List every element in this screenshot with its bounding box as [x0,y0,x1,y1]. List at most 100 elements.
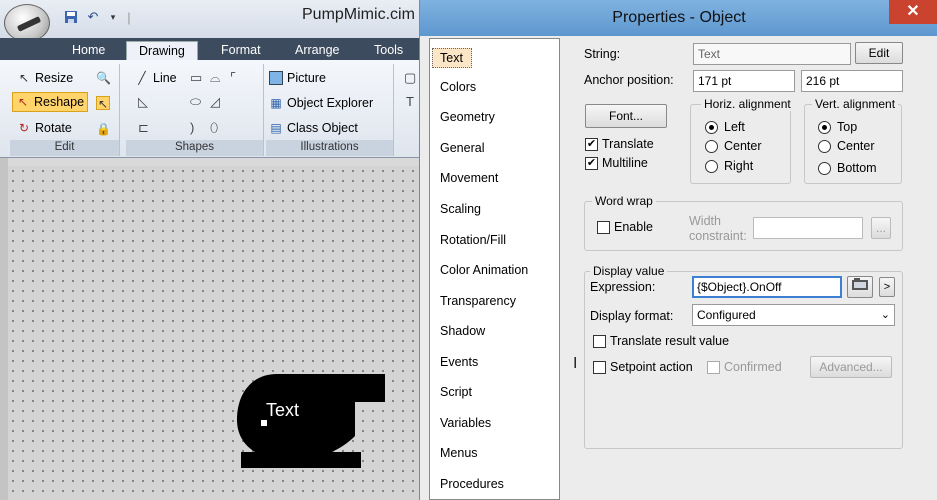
horiz-left-radio[interactable]: Left [705,120,745,134]
tab-drawing[interactable]: Drawing [126,41,198,60]
translate-result-checkbox[interactable]: Translate result value [593,334,729,348]
object-explorer-button[interactable]: ▦ Object Explorer [266,93,376,113]
checkbox-empty-icon [593,334,606,348]
select-pointer-icon[interactable]: ↖ [96,96,110,111]
vert-bottom-radio[interactable]: Bottom [818,161,877,175]
expression-more-button[interactable]: > [879,277,895,297]
reshape-arrow-icon: ↖ [17,95,29,109]
expression-browser-button[interactable] [847,276,873,298]
undo-icon[interactable]: ↶ [84,8,102,26]
app-menu-button[interactable] [4,4,50,42]
lock-icon[interactable]: 🔒 [96,122,111,136]
width-constraint-field[interactable] [753,217,863,239]
rectangle-icon[interactable]: ▭ [190,70,202,86]
width-label-line1: Width [689,214,721,228]
string-field[interactable]: Text [693,43,851,65]
rotate-label: Rotate [35,121,72,135]
width-label-line2: constraint: [689,229,747,243]
ellipse-icon[interactable]: ⬭ [190,94,201,110]
polygon-icon[interactable]: ◿ [210,94,220,110]
category-item-shadow[interactable]: Shadow [440,324,485,338]
edit-button[interactable]: Edit [855,42,903,64]
illustrations-group: Picture ▦ Object Explorer ▤ Class Object… [266,64,394,156]
extra-tool-icon[interactable]: ▢ [404,70,416,86]
object-explorer-label: Object Explorer [287,96,374,110]
horiz-right-radio[interactable]: Right [705,159,753,173]
anchor-x-field[interactable]: 171 pt [693,70,795,92]
expression-input[interactable]: {$Object}.OnOff [692,276,842,298]
chevron-down-icon: ⌄ [880,309,890,321]
tab-arrange[interactable]: Arrange [295,41,339,60]
line-label: Line [153,71,177,85]
picture-button[interactable]: Picture [266,68,329,88]
tab-tools[interactable]: Tools [374,41,403,60]
category-item-geometry[interactable]: Geometry [440,110,495,124]
save-icon[interactable] [62,8,80,26]
category-item-procedures[interactable]: Procedures [440,477,504,491]
category-item-general[interactable]: General [440,141,484,155]
category-item-variables[interactable]: Variables [440,416,491,430]
ribbon-body: ↖ Resize 🔍 ↖ Reshape ↖ ↻ Rotate 🔒 Edit ╱… [0,60,420,158]
checkbox-disabled-icon [707,360,720,374]
arc-icon[interactable]: ⌓ [210,70,220,86]
tab-home[interactable]: Home [72,41,105,60]
category-item-script[interactable]: Script [440,385,472,399]
category-item-text[interactable]: Text [432,48,472,68]
translate-result-label: Translate result value [610,334,730,348]
reshape-button[interactable]: ↖ Reshape [12,92,89,112]
tab-format[interactable]: Format [221,41,261,60]
word-wrap-enable-checkbox[interactable]: Enable [597,220,653,234]
resize-label: Resize [35,71,74,85]
category-item-rotation-fill[interactable]: Rotation/Fill [440,233,506,247]
edit-group: ↖ Resize 🔍 ↖ Reshape ↖ ↻ Rotate 🔒 Edit [10,64,120,156]
object-explorer-icon: ▦ [270,96,282,110]
category-item-color-animation[interactable]: Color Animation [440,263,528,277]
translate-checkbox[interactable]: ✔ Translate [585,137,654,151]
canvas-text-object[interactable]: Text [266,400,299,421]
text-tool-icon[interactable]: T [406,94,414,109]
setpoint-action-checkbox[interactable]: Setpoint action [593,360,693,374]
bracket-icon[interactable]: ) [190,120,194,135]
horiz-left-label: Left [724,120,745,134]
line-icon: ╱ [138,71,146,85]
word-wrap-legend: Word wrap [592,194,656,208]
word-wrap-enable-label: Enable [614,220,653,234]
display-format-select[interactable]: Configured ⌄ [692,304,895,326]
shapes-group-label: Shapes [126,140,263,156]
qat-separator: | [127,9,131,25]
category-item-scaling[interactable]: Scaling [440,202,481,216]
category-item-transparency[interactable]: Transparency [440,294,516,308]
oval-icon[interactable]: ⬯ [210,120,218,136]
horiz-center-label: Center [724,139,762,153]
width-browse-button[interactable]: ... [871,217,891,239]
resize-button[interactable]: ↖ Resize [14,68,76,88]
advanced-button[interactable]: Advanced... [810,356,892,378]
vert-top-label: Top [837,120,858,134]
vert-top-radio[interactable]: Top [818,120,857,134]
category-item-menus[interactable]: Menus [440,446,478,460]
confirmed-checkbox[interactable]: Confirmed [707,360,782,374]
polyline-icon[interactable]: ◺ [138,94,148,110]
font-button[interactable]: Font... [585,104,667,128]
application-window: ↶ ▾ | PumpMimic.cim Home Drawing Format … [0,0,420,500]
category-item-events[interactable]: Events [440,355,478,369]
rounded-rect-icon[interactable]: ⌜ [230,70,236,86]
resize-arrow-icon: ↖ [18,71,30,85]
illustrations-group-label: Illustrations [266,140,393,156]
pump-symbol[interactable] [237,374,387,470]
category-item-colors[interactable]: Colors [440,80,476,94]
rotate-button[interactable]: ↻ Rotate [14,118,75,138]
line-button[interactable]: ╱ Line [132,68,180,88]
multiline-check-icon: ✔ [585,156,598,170]
horiz-center-radio[interactable]: Center [705,139,762,153]
category-item-movement[interactable]: Movement [440,171,498,185]
curve-icon[interactable]: ⊏ [138,120,149,136]
vert-center-radio[interactable]: Center [818,139,875,153]
anchor-y-field[interactable]: 216 pt [801,70,903,92]
multiline-checkbox[interactable]: ✔ Multiline [585,156,648,170]
confirmed-label: Confirmed [724,360,782,374]
class-object-button[interactable]: ▤ Class Object [266,118,361,138]
close-button[interactable]: ✕ [889,0,937,24]
zoom-icon[interactable]: 🔍 [96,71,111,85]
category-list: Text Colors Geometry General Movement Sc… [429,38,560,500]
